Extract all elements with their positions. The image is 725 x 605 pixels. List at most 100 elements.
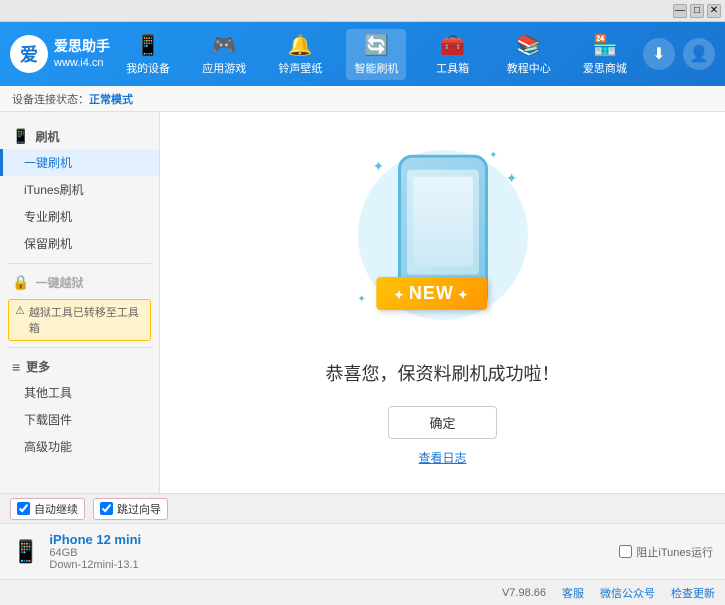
logo-char: 爱 <box>20 41 38 67</box>
title-bar: — □ ✕ <box>0 0 725 22</box>
status-bar: 自动继续 跳过向导 <box>0 493 725 523</box>
device-icon: 📱 <box>136 33 161 58</box>
nav-tutorials-label: 教程中心 <box>507 60 551 76</box>
user-btn[interactable]: 👤 <box>683 38 715 70</box>
device-storage: 64GB <box>49 547 609 559</box>
footer: V7.98.66 客服 微信公众号 检查更新 <box>0 579 725 605</box>
sidebar-jailbreak-notice: ⚠ 越狱工具已转移至工具箱 <box>8 299 151 341</box>
sidebar-item-save-data-flash[interactable]: 保留刷机 <box>0 230 159 257</box>
auto-flash-checkbox[interactable] <box>17 502 30 515</box>
maximize-btn[interactable]: □ <box>690 4 704 18</box>
star-1: ✦ <box>373 158 385 175</box>
content-area: ✦ ✦ ✦ ✦ NEW 恭喜您，保资料刷机成功啦！ 确定 查看日志 <box>160 112 725 493</box>
success-illustration: ✦ ✦ ✦ ✦ NEW <box>343 140 543 340</box>
stop-itunes-checkbox[interactable] <box>619 545 632 558</box>
version-text: V7.98.66 <box>502 587 546 599</box>
nav-shop-label: 爱思商城 <box>583 60 627 76</box>
nav-shop[interactable]: 🏪 爱思商城 <box>575 29 635 80</box>
new-ribbon: NEW <box>376 277 487 310</box>
check-update-link[interactable]: 检查更新 <box>671 585 715 601</box>
sidebar-divider-2 <box>8 347 151 348</box>
other-tools-label: 其他工具 <box>24 386 72 400</box>
ringtones-icon: 🔔 <box>288 33 313 58</box>
sidebar-divider-1 <box>8 263 151 264</box>
logo-main: 爱思助手 <box>54 37 110 57</box>
stop-itunes-label: 阻止iTunes运行 <box>636 544 713 560</box>
apps-icon: 🎮 <box>212 33 237 58</box>
conn-status: 正常模式 <box>89 91 133 107</box>
shop-icon: 🏪 <box>592 33 617 58</box>
nav-items: 📱 我的设备 🎮 应用游戏 🔔 铃声壁纸 🔄 智能刷机 🧰 工具箱 📚 教程中心… <box>110 29 643 80</box>
sidebar-item-download-firmware[interactable]: 下载固件 <box>0 406 159 433</box>
nav-ringtones[interactable]: 🔔 铃声壁纸 <box>270 29 330 80</box>
download-firmware-label: 下载固件 <box>24 413 72 427</box>
download-btn[interactable]: ⬇ <box>643 38 675 70</box>
wechat-link[interactable]: 微信公众号 <box>600 585 655 601</box>
logo-area: 爱 爱思助手 www.i4.cn <box>10 35 110 73</box>
logo-sub: www.i4.cn <box>54 56 110 71</box>
service-link[interactable]: 客服 <box>562 585 584 601</box>
sidebar: 📱 刷机 一键刷机 iTunes刷机 专业刷机 保留刷机 🔒 一键越狱 ⚠ 越狱… <box>0 112 160 493</box>
confirm-button[interactable]: 确定 <box>388 406 496 439</box>
pro-flash-label: 专业刷机 <box>24 210 72 224</box>
sidebar-more-header: ≡ 更多 <box>0 354 159 379</box>
nav-my-device-label: 我的设备 <box>126 60 170 76</box>
conn-bar: 设备连接状态： 正常模式 <box>0 86 725 112</box>
nav-smart-flash[interactable]: 🔄 智能刷机 <box>346 29 406 80</box>
star-3: ✦ <box>358 294 366 305</box>
nav-tutorials[interactable]: 📚 教程中心 <box>499 29 559 80</box>
sidebar-item-advanced[interactable]: 高级功能 <box>0 433 159 460</box>
footer-right: V7.98.66 客服 微信公众号 检查更新 <box>502 585 715 601</box>
smart-flash-icon: 🔄 <box>364 33 389 58</box>
sidebar-item-pro-flash[interactable]: 专业刷机 <box>0 203 159 230</box>
sidebar-item-other-tools[interactable]: 其他工具 <box>0 379 159 406</box>
device-bar: 📱 iPhone 12 mini 64GB Down-12mini-13.1 阻… <box>0 523 725 579</box>
tutorials-icon: 📚 <box>516 33 541 58</box>
jailbreak-section-icon: 🔒 <box>12 274 29 291</box>
advanced-label: 高级功能 <box>24 440 72 454</box>
nav-toolbox-label: 工具箱 <box>436 60 469 76</box>
close-btn[interactable]: ✕ <box>707 4 721 18</box>
history-link[interactable]: 查看日志 <box>418 449 466 466</box>
more-section-label: 更多 <box>26 358 50 375</box>
auto-flash-group: 自动继续 <box>10 498 85 520</box>
jailbreak-notice-icon: ⚠ <box>15 304 25 317</box>
sidebar-flash-header: 📱 刷机 <box>0 124 159 149</box>
toolbox-icon: 🧰 <box>440 33 465 58</box>
header-right: ⬇ 👤 <box>643 38 715 70</box>
device-version: Down-12mini-13.1 <box>49 559 609 571</box>
flash-section-label: 刷机 <box>35 128 59 145</box>
sidebar-item-itunes-flash[interactable]: iTunes刷机 <box>0 176 159 203</box>
device-name: iPhone 12 mini <box>49 532 609 547</box>
auto-flash-label: 自动继续 <box>34 501 78 517</box>
sidebar-item-one-click-flash[interactable]: 一键刷机 <box>0 149 159 176</box>
logo-icon: 爱 <box>10 35 48 73</box>
success-title: 恭喜您，保资料刷机成功啦！ <box>326 360 560 386</box>
itunes-flash-label: iTunes刷机 <box>24 183 84 197</box>
main-content: 📱 刷机 一键刷机 iTunes刷机 专业刷机 保留刷机 🔒 一键越狱 ⚠ 越狱… <box>0 112 725 493</box>
sidebar-jailbreak-header: 🔒 一键越狱 <box>0 270 159 295</box>
nav-smart-flash-label: 智能刷机 <box>354 60 398 76</box>
header: 爱 爱思助手 www.i4.cn 📱 我的设备 🎮 应用游戏 🔔 铃声壁纸 🔄 … <box>0 22 725 86</box>
skip-wizard-checkbox[interactable] <box>100 502 113 515</box>
nav-apps-games[interactable]: 🎮 应用游戏 <box>194 29 254 80</box>
jailbreak-section-label: 一键越狱 <box>35 274 83 291</box>
star-2: ✦ <box>489 150 497 161</box>
jailbreak-notice-text: 越狱工具已转移至工具箱 <box>29 304 144 336</box>
more-section-icon: ≡ <box>12 359 20 375</box>
device-info: iPhone 12 mini 64GB Down-12mini-13.1 <box>49 532 609 571</box>
conn-label: 设备连接状态： <box>12 91 89 107</box>
skip-wizard-group: 跳过向导 <box>93 498 168 520</box>
phone-screen-inner <box>413 177 473 267</box>
nav-my-device[interactable]: 📱 我的设备 <box>118 29 178 80</box>
skip-wizard-label: 跳过向导 <box>117 501 161 517</box>
logo-text: 爱思助手 www.i4.cn <box>54 37 110 72</box>
device-bar-icon: 📱 <box>12 539 39 565</box>
minimize-btn[interactable]: — <box>673 4 687 18</box>
stop-itunes[interactable]: 阻止iTunes运行 <box>619 544 713 560</box>
phone-screen <box>407 169 479 274</box>
star-4: ✦ <box>506 170 518 187</box>
nav-ringtones-label: 铃声壁纸 <box>278 60 322 76</box>
nav-toolbox[interactable]: 🧰 工具箱 <box>423 29 483 80</box>
nav-apps-label: 应用游戏 <box>202 60 246 76</box>
